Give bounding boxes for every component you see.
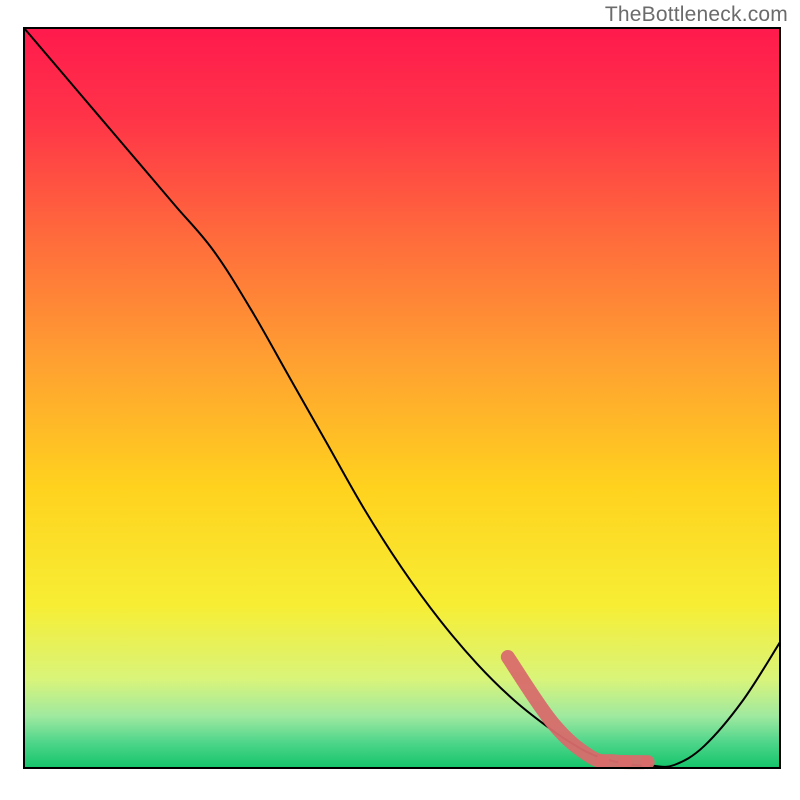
watermark-text: TheBottleneck.com [605, 3, 788, 27]
bottleneck-chart [0, 0, 800, 800]
gradient-background [24, 28, 780, 768]
highlight-dot [618, 755, 632, 769]
highlight-dot [595, 754, 609, 768]
chart-stage: TheBottleneck.com [0, 0, 800, 800]
highlight-dot [641, 755, 655, 769]
